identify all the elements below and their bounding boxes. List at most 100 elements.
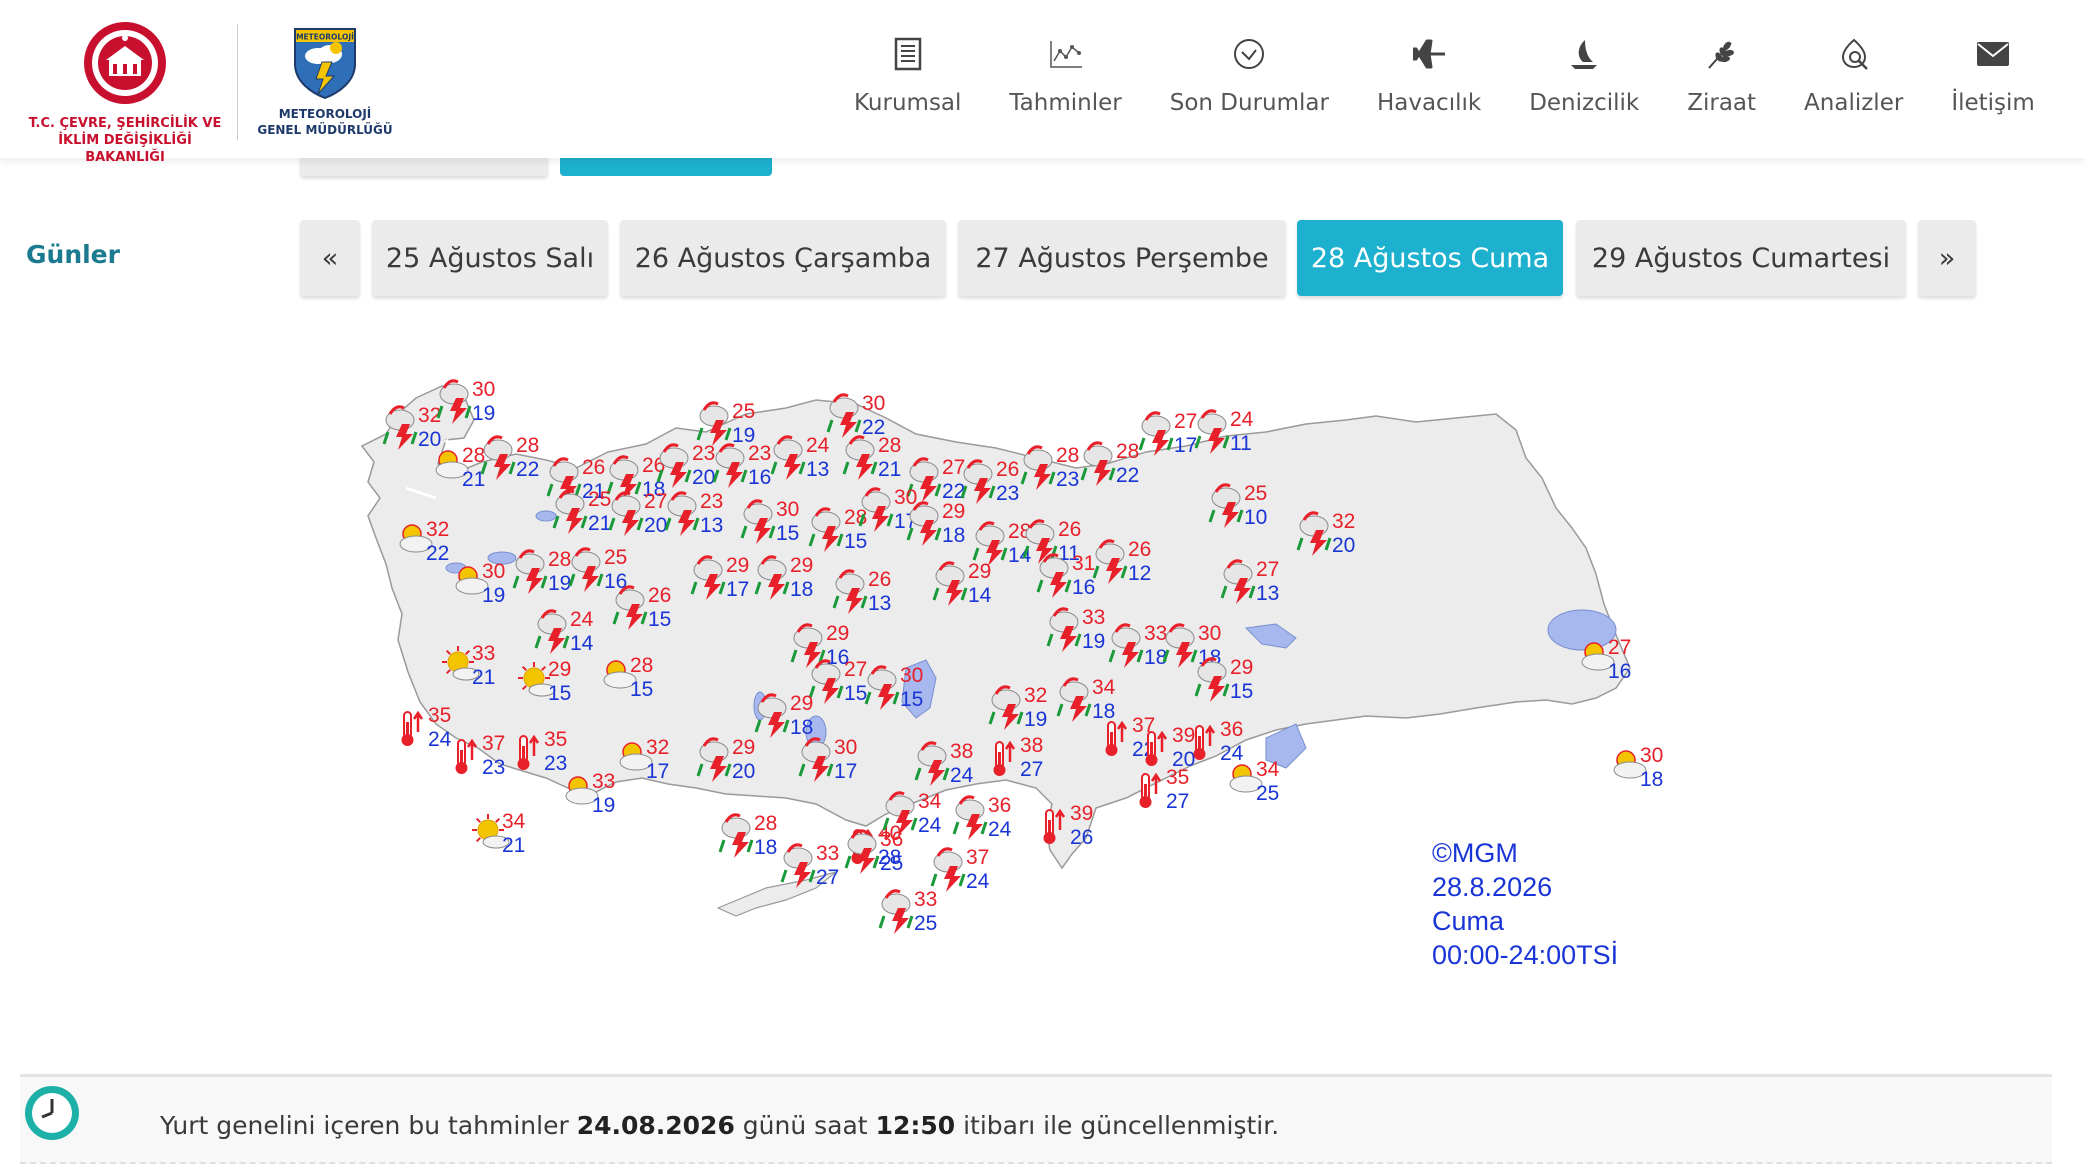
nav-label: Ziraat xyxy=(1687,90,1757,116)
day-button-26[interactable]: 26 Ağustos Çarşamba xyxy=(620,220,946,296)
max-temp: 23 xyxy=(700,490,723,513)
site-header: T.C. ÇEVRE, ŞEHİRCİLİK VE İKLİM DEĞİŞİKL… xyxy=(0,0,2086,165)
max-temp: 30 xyxy=(900,664,923,687)
max-temp: 29 xyxy=(726,554,749,577)
nav-label: Tahminler xyxy=(1009,90,1122,116)
lake-van xyxy=(1547,609,1617,651)
max-temp: 37 xyxy=(966,846,989,869)
max-temp: 29 xyxy=(732,736,755,759)
station-marker: 3425 xyxy=(1229,758,1280,805)
chart-icon xyxy=(1046,34,1086,74)
min-temp: 22 xyxy=(516,458,539,481)
min-temp: 18 xyxy=(942,524,965,547)
prev-day-button[interactable]: « xyxy=(300,220,360,296)
mgm-logo[interactable]: METEOROLOJİ METEOROLOJİ GENEL MÜDÜRLÜĞÜ xyxy=(255,26,395,146)
min-temp: 16 xyxy=(1072,576,1095,599)
max-temp: 27 xyxy=(644,490,667,513)
min-temp: 19 xyxy=(482,584,505,607)
station-marker: 3625 xyxy=(844,828,903,875)
min-temp: 15 xyxy=(548,682,571,705)
nav-denizcilik[interactable]: Denizcilik xyxy=(1505,34,1663,134)
max-temp: 30 xyxy=(482,560,505,583)
max-temp: 35 xyxy=(544,728,567,751)
min-temp: 21 xyxy=(472,666,495,689)
max-temp: 31 xyxy=(1072,552,1095,575)
min-temp: 15 xyxy=(844,682,867,705)
max-temp: 28 xyxy=(462,444,485,467)
map-day: Cuma xyxy=(1432,906,1505,936)
storm-weather-icon xyxy=(952,795,988,840)
max-temp: 34 xyxy=(918,790,942,813)
min-temp: 17 xyxy=(1174,434,1197,457)
nav-tahminler[interactable]: Tahminler xyxy=(985,34,1145,134)
min-temp: 12 xyxy=(1128,562,1151,585)
notice-prefix: Yurt genelini içeren bu tahminler xyxy=(160,1111,577,1140)
station-marker: 3327 xyxy=(780,842,839,889)
station-marker: 2717 xyxy=(1138,410,1197,457)
min-temp: 25 xyxy=(1256,782,1279,805)
max-temp: 33 xyxy=(592,770,615,793)
min-temp: 26 xyxy=(1070,826,1093,849)
ministry-logo[interactable]: T.C. ÇEVRE, ŞEHİRCİLİK VE İKLİM DEĞİŞİKL… xyxy=(20,20,230,165)
day-button-29[interactable]: 29 Ağustos Cumartesi xyxy=(1576,220,1906,296)
nav-son-durumlar[interactable]: Son Durumlar xyxy=(1146,34,1353,134)
min-temp: 15 xyxy=(776,522,799,545)
min-temp: 21 xyxy=(588,512,611,535)
next-day-button[interactable]: » xyxy=(1918,220,1976,296)
min-temp: 18 xyxy=(1640,768,1663,791)
notice-suffix: itibarı ile güncellenmiştir. xyxy=(955,1111,1280,1140)
min-temp: 27 xyxy=(1020,758,1043,781)
max-temp: 35 xyxy=(428,704,451,727)
min-temp: 17 xyxy=(834,760,857,783)
max-temp: 24 xyxy=(570,608,594,631)
min-temp: 17 xyxy=(646,760,669,783)
min-temp: 11 xyxy=(1230,432,1252,455)
min-temp: 18 xyxy=(1144,646,1167,669)
max-temp: 26 xyxy=(648,584,671,607)
hot-weather-icon xyxy=(1139,772,1162,808)
day-button-28[interactable]: 28 Ağustos Cuma xyxy=(1297,220,1563,296)
mgm-name-line-2: GENEL MÜDÜRLÜĞÜ xyxy=(257,123,393,137)
max-temp: 26 xyxy=(1128,538,1151,561)
min-temp: 18 xyxy=(754,836,777,859)
min-temp: 13 xyxy=(700,514,723,537)
station-marker: 3018 xyxy=(1613,744,1663,791)
map-copyright: ©MGM xyxy=(1432,838,1518,868)
hot-weather-icon xyxy=(401,710,424,746)
nav-analizler[interactable]: Analizler xyxy=(1780,34,1927,134)
max-temp: 37 xyxy=(482,732,505,755)
station-marker: 3624 xyxy=(952,794,1012,841)
wheat-icon xyxy=(1702,34,1742,74)
max-temp: 28 xyxy=(548,548,571,571)
notice-middle: günü saat xyxy=(734,1111,876,1140)
max-temp: 33 xyxy=(914,888,937,911)
min-temp: 19 xyxy=(1082,630,1105,653)
min-temp: 23 xyxy=(482,756,505,779)
min-temp: 21 xyxy=(502,834,525,857)
station-marker: 3724 xyxy=(930,846,990,893)
magnifier-icon xyxy=(1834,34,1874,74)
max-temp: 29 xyxy=(942,500,965,523)
min-temp: 15 xyxy=(648,608,671,631)
max-temp: 27 xyxy=(844,658,867,681)
main-nav: Kurumsal Tahminler Son Durumlar Havacılı… xyxy=(830,34,2059,134)
min-temp: 24 xyxy=(966,870,990,893)
day-button-25[interactable]: 25 Ağustos Salı xyxy=(372,220,608,296)
min-temp: 24 xyxy=(988,818,1012,841)
storm-weather-icon xyxy=(844,829,880,874)
nav-ziraat[interactable]: Ziraat xyxy=(1663,34,1780,134)
max-temp: 39 xyxy=(1070,802,1093,825)
nav-iletisim[interactable]: İletişim xyxy=(1927,34,2059,134)
max-temp: 32 xyxy=(646,736,669,759)
nav-label: Denizcilik xyxy=(1529,90,1640,116)
min-temp: 16 xyxy=(748,466,771,489)
nav-havacilik[interactable]: Havacılık xyxy=(1353,34,1505,134)
storm-weather-icon xyxy=(930,847,966,892)
max-temp: 32 xyxy=(1332,510,1355,533)
storm-weather-icon xyxy=(878,889,914,934)
min-temp: 14 xyxy=(570,632,594,655)
day-button-27[interactable]: 27 Ağustos Perşembe xyxy=(958,220,1286,296)
nav-kurumsal[interactable]: Kurumsal xyxy=(830,34,985,134)
min-temp: 13 xyxy=(868,592,891,615)
min-temp: 21 xyxy=(878,458,901,481)
